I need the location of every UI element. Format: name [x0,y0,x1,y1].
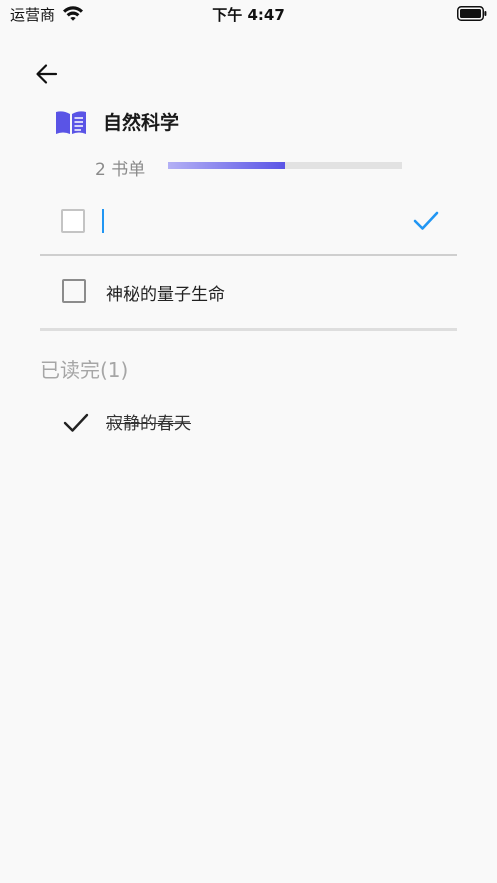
completed-section-title: 已读完(1) [40,358,129,382]
open-book-icon [56,111,86,134]
new-book-checkbox[interactable] [61,209,85,233]
list-count-label: 2 书单 [95,160,146,180]
completed-book-title: 寂静的春天 [106,414,191,434]
checkmark-icon[interactable] [412,209,440,233]
text-cursor [102,209,104,233]
book-checkbox[interactable] [62,279,86,303]
page-title: 自然科学 [103,112,180,134]
reading-progress-bar [168,162,402,169]
battery-icon [457,6,487,21]
book-title: 神秘的量子生命 [106,285,225,305]
new-book-row [40,192,457,256]
status-time: 下午 4:47 [212,6,285,24]
back-arrow-icon[interactable] [33,60,61,88]
reading-progress-fill [168,162,285,169]
checkmark-icon[interactable] [62,411,90,435]
list-item[interactable]: 寂静的春天 [40,398,457,444]
new-book-input[interactable] [110,206,404,238]
list-item[interactable]: 神秘的量子生命 [40,256,457,331]
status-bar: 运营商 下午 4:47 [0,0,497,28]
